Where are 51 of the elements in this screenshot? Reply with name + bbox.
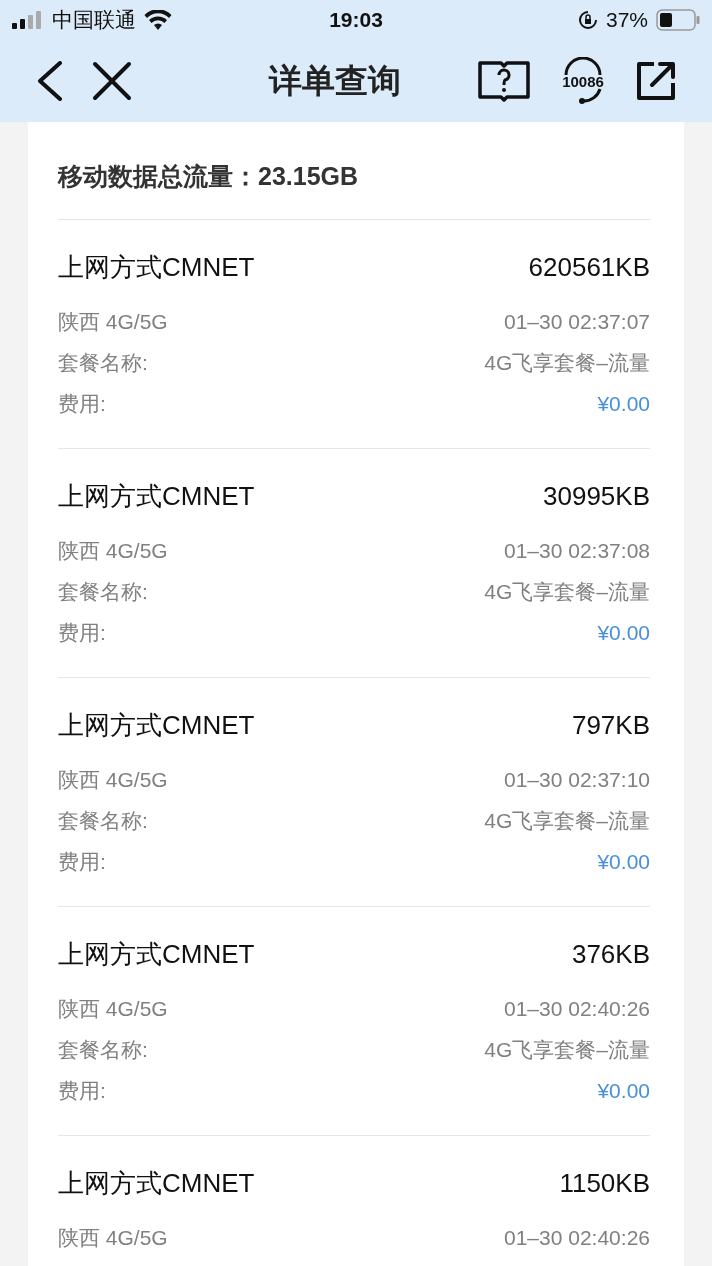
carrier-name: 中国联通 (52, 7, 136, 33)
plan-name: 4G飞享套餐–流量 (484, 1037, 650, 1063)
service-hotline-button[interactable]: 10086 (558, 57, 608, 105)
fee-label: 费用: (58, 849, 106, 875)
close-button[interactable] (92, 61, 132, 101)
battery-icon (656, 9, 700, 31)
plan-name: 4G飞享套餐–流量 (484, 808, 650, 834)
signal-icon (12, 11, 44, 29)
back-button[interactable] (36, 61, 64, 101)
wifi-icon (144, 10, 172, 30)
clock-time: 19:03 (329, 8, 383, 32)
record-amount: 797KB (571, 710, 650, 741)
plan-label: 套餐名称: (58, 350, 148, 376)
record-time: 01–30 02:37:08 (504, 538, 650, 564)
record-location: 陕西 4G/5G (58, 996, 168, 1022)
record-location: 陕西 4G/5G (58, 309, 168, 335)
record-amount: 620561KB (528, 252, 650, 283)
fee-label: 费用: (58, 1078, 106, 1104)
record-title: 上网方式CMNET (58, 480, 255, 513)
plan-label: 套餐名称: (58, 808, 148, 834)
rotation-lock-icon (577, 10, 598, 30)
fee-label: 费用: (58, 620, 106, 646)
fee-value: ¥0.00 (597, 1078, 650, 1104)
share-button[interactable] (636, 61, 676, 101)
plan-name: 4G飞享套餐–流量 (484, 350, 650, 376)
record-time: 01–30 02:37:10 (504, 767, 650, 793)
total-data-label: 移动数据总流量： (58, 162, 258, 190)
page-title: 详单查询 (267, 60, 402, 101)
plan-label: 套餐名称: (58, 1037, 148, 1063)
record-title: 上网方式CMNET (58, 1167, 255, 1200)
plan-name: 4G飞享套餐–流量 (484, 579, 650, 605)
help-book-button[interactable] (478, 60, 530, 102)
record-amount: 1150KB (559, 1168, 650, 1199)
record-title: 上网方式CMNET (58, 938, 255, 971)
fee-value: ¥0.00 (597, 620, 650, 646)
fee-label: 费用: (58, 391, 106, 417)
record-title: 上网方式CMNET (58, 709, 255, 742)
plan-label: 套餐名称: (58, 579, 148, 605)
record-location: 陕西 4G/5G (58, 1225, 168, 1251)
fee-value: ¥0.00 (597, 391, 650, 417)
fee-value: ¥0.00 (597, 849, 650, 875)
battery-percent: 37% (605, 8, 648, 32)
record-amount: 30995KB (543, 481, 650, 512)
record-location: 陕西 4G/5G (58, 538, 168, 564)
record-time: 01–30 02:40:26 (504, 1225, 650, 1251)
record-amount: 376KB (571, 939, 650, 970)
record-time: 01–30 02:37:07 (504, 309, 650, 335)
record-location: 陕西 4G/5G (58, 767, 168, 793)
record-time: 01–30 02:40:26 (504, 996, 650, 1022)
record-title: 上网方式CMNET (58, 251, 255, 284)
total-data-value: 23.15GB (258, 162, 359, 190)
